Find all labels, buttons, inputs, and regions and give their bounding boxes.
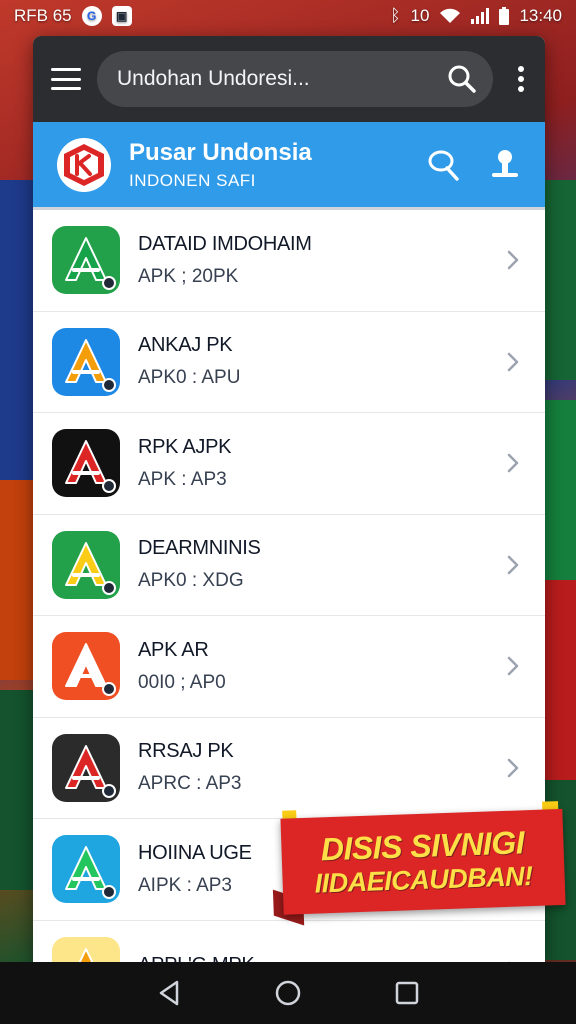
app-title: ANKAJ PK (138, 334, 233, 357)
list-item[interactable]: ANKAJ PK APK0 : APU (33, 311, 545, 413)
chevron-right-icon (503, 246, 523, 274)
toolbar (33, 36, 545, 122)
apk-app-icon (52, 327, 120, 396)
app-subtitle: APK ; 20PK (138, 265, 239, 287)
list-item[interactable]: APPL'G MPK (33, 920, 545, 964)
app-subtitle: APK0 : APU (138, 367, 241, 389)
apk-app-icon (52, 936, 120, 964)
menu-icon[interactable] (51, 68, 81, 90)
header-title: Pusar Undonsia (129, 138, 312, 166)
app-title: RRSAJ PK (138, 740, 234, 763)
list-item[interactable]: DATAID IMDOHAIM APK ; 20PK (33, 210, 545, 312)
brand-shield-icon (64, 143, 104, 186)
status-time: 13:40 (519, 6, 562, 25)
apk-app-icon (52, 429, 120, 498)
app-title: DEARMNINIS (138, 537, 261, 560)
app-subtitle: 00I0 ; AP0 (138, 671, 226, 693)
more-options-icon[interactable] (509, 66, 533, 92)
search-bar (97, 51, 493, 107)
chevron-right-icon (503, 348, 523, 376)
list-item[interactable]: RPK AJPK APK : AP3 (33, 413, 545, 515)
wifi-icon (440, 8, 461, 23)
apk-app-icon (52, 226, 120, 295)
notification-icon: G (81, 6, 102, 26)
status-battery-text: 10 (410, 6, 430, 25)
search-magnifier-icon[interactable] (421, 143, 465, 187)
home-icon[interactable] (268, 973, 308, 1013)
app-header: Pusar Undonsia INDONEN SAFI (33, 122, 545, 210)
chevron-right-icon (503, 754, 523, 782)
list-item[interactable]: DEARMNINIS APK0 : XDG (33, 514, 545, 616)
app-badge-icon (102, 885, 116, 900)
user-icon[interactable] (483, 143, 527, 187)
apk-app-icon (52, 632, 120, 701)
apk-app-icon (52, 530, 120, 599)
search-icon[interactable] (447, 64, 477, 94)
header-subtitle: INDONEN SAFI (129, 170, 256, 190)
apk-app-icon (52, 835, 120, 904)
notification-square-icon: ▣ (111, 6, 132, 26)
app-title: RPK AJPK (138, 435, 232, 458)
bluetooth-icon: ᛒ (390, 6, 401, 25)
app-subtitle: APK0 : XDG (138, 570, 244, 592)
list-item[interactable]: APK AR 00I0 ; AP0 (33, 616, 545, 718)
navigation-bar (0, 962, 576, 1024)
promo-line-2: IIDAEICAUDBAN! (314, 861, 534, 899)
chevron-right-icon (503, 449, 523, 477)
app-badge-icon (102, 479, 116, 494)
app-badge-icon (102, 377, 116, 392)
promo-banner[interactable]: DISIS SIVNIGI IIDAEICAUDBAN! (270, 801, 566, 926)
search-input[interactable] (117, 67, 437, 91)
recents-icon[interactable] (387, 973, 427, 1013)
app-subtitle: APRC : AP3 (138, 773, 242, 795)
brand-logo (57, 137, 111, 192)
app-subtitle: APK : AP3 (138, 468, 227, 490)
chevron-right-icon (503, 652, 523, 680)
app-title: APK AR (138, 638, 209, 661)
status-left-text: RFB 65 (14, 6, 72, 25)
app-badge-icon (102, 682, 116, 697)
app-badge-icon (102, 276, 116, 291)
back-icon[interactable] (149, 973, 189, 1013)
status-bar: RFB 65 G ▣ ᛒ 10 13:40 (0, 0, 576, 32)
battery-icon (499, 7, 510, 25)
app-badge-icon (102, 783, 116, 798)
app-badge-icon (102, 580, 116, 595)
chevron-right-icon (503, 551, 523, 579)
apk-app-icon (52, 733, 120, 802)
signal-icon (471, 8, 490, 24)
app-title: DATAID IMDOHAIM (138, 232, 312, 255)
